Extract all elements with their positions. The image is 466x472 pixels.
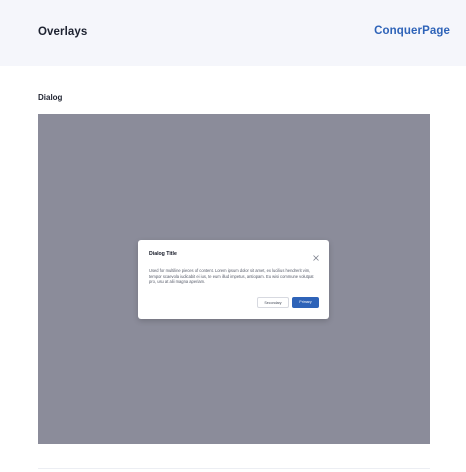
secondary-button[interactable]: Secondary: [257, 297, 289, 308]
primary-button[interactable]: Primary: [292, 297, 319, 308]
dialog: Dialog Title Used for multiline pieces o…: [138, 240, 329, 319]
page-title: Overlays: [38, 26, 88, 38]
brand-logo[interactable]: ConquerPage: [374, 25, 450, 37]
close-icon[interactable]: [312, 249, 320, 261]
dialog-body: Used for multiline pieces of content. Lo…: [149, 268, 314, 285]
section-title: Dialog: [38, 93, 63, 102]
page-header: Overlays ConquerPage: [0, 0, 466, 66]
dialog-backdrop[interactable]: Dialog Title Used for multiline pieces o…: [38, 114, 430, 444]
divider: [38, 468, 430, 469]
dialog-title: Dialog Title: [149, 251, 177, 257]
